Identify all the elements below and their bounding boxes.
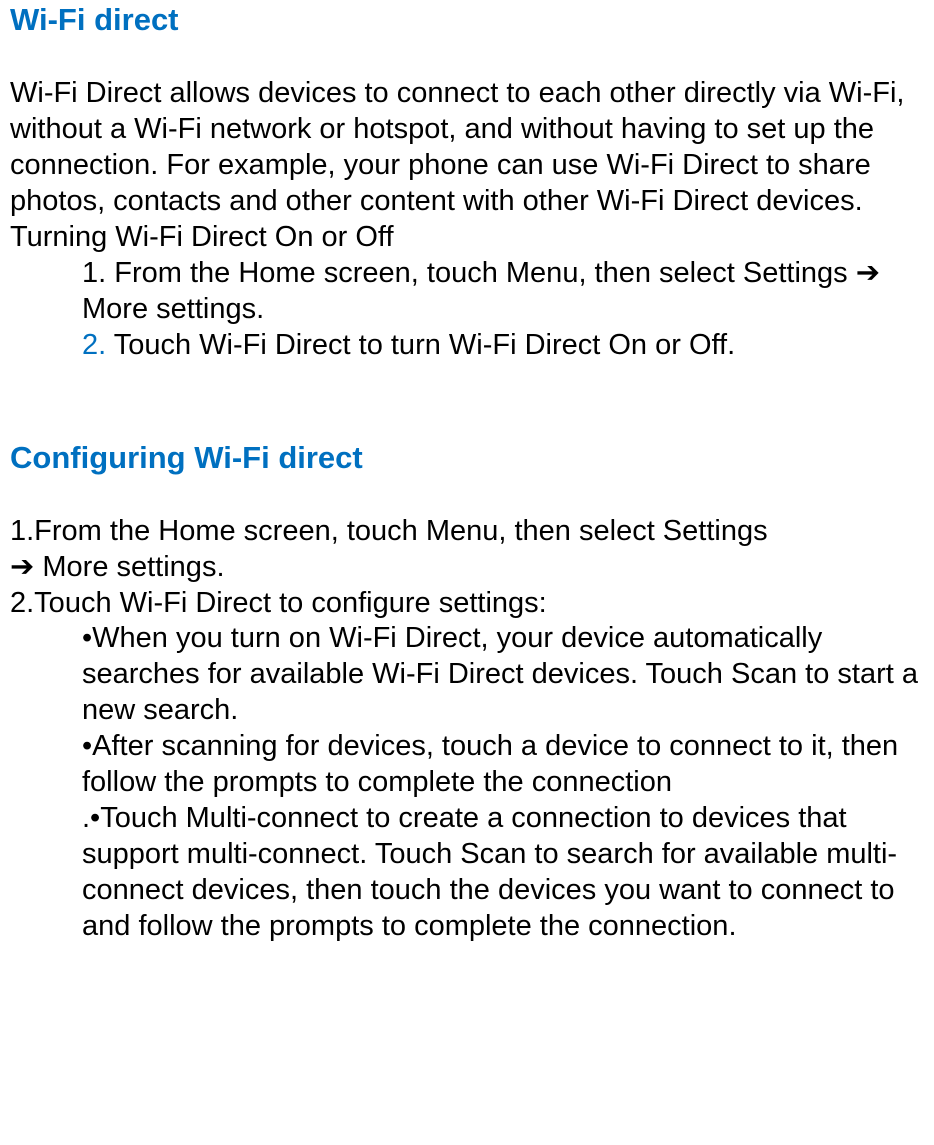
bullet-2: •After scanning for devices, touch a dev… xyxy=(10,729,924,801)
step2-text: Touch Wi-Fi Direct to turn Wi-Fi Direct … xyxy=(106,329,735,361)
step1-text-a: 1. From the Home screen, touch Menu, the… xyxy=(82,257,856,289)
subheading-turning-on-off: Turning Wi-Fi Direct On or Off xyxy=(10,220,924,256)
arrow-icon: ➔ xyxy=(10,551,34,583)
bullet-1: •When you turn on Wi-Fi Direct, your dev… xyxy=(10,621,924,729)
config-step1-text-a: 1.From the Home screen, touch Menu, then… xyxy=(10,515,768,547)
config-step-1: 1.From the Home screen, touch Menu, then… xyxy=(10,514,924,586)
arrow-icon: ➔ xyxy=(856,257,880,289)
document-page: Wi-Fi direct Wi-Fi Direct allows devices… xyxy=(0,0,934,975)
config-step-2: 2.Touch Wi-Fi Direct to configure settin… xyxy=(10,586,924,622)
step-2: 2. Touch Wi-Fi Direct to turn Wi-Fi Dire… xyxy=(10,328,924,364)
spacer xyxy=(10,364,924,438)
section-heading-wifi-direct: Wi-Fi direct xyxy=(10,0,924,38)
step-1: 1. From the Home screen, touch Menu, the… xyxy=(10,256,924,328)
intro-paragraph: Wi-Fi Direct allows devices to connect t… xyxy=(10,76,924,220)
step2-number: 2. xyxy=(82,329,106,361)
config-step1-text-b: More settings. xyxy=(34,551,224,583)
step1-text-b: More settings. xyxy=(82,293,264,325)
section-heading-configuring: Configuring Wi-Fi direct xyxy=(10,438,924,476)
bullet-3: .•Touch Multi-connect to create a connec… xyxy=(10,801,924,945)
